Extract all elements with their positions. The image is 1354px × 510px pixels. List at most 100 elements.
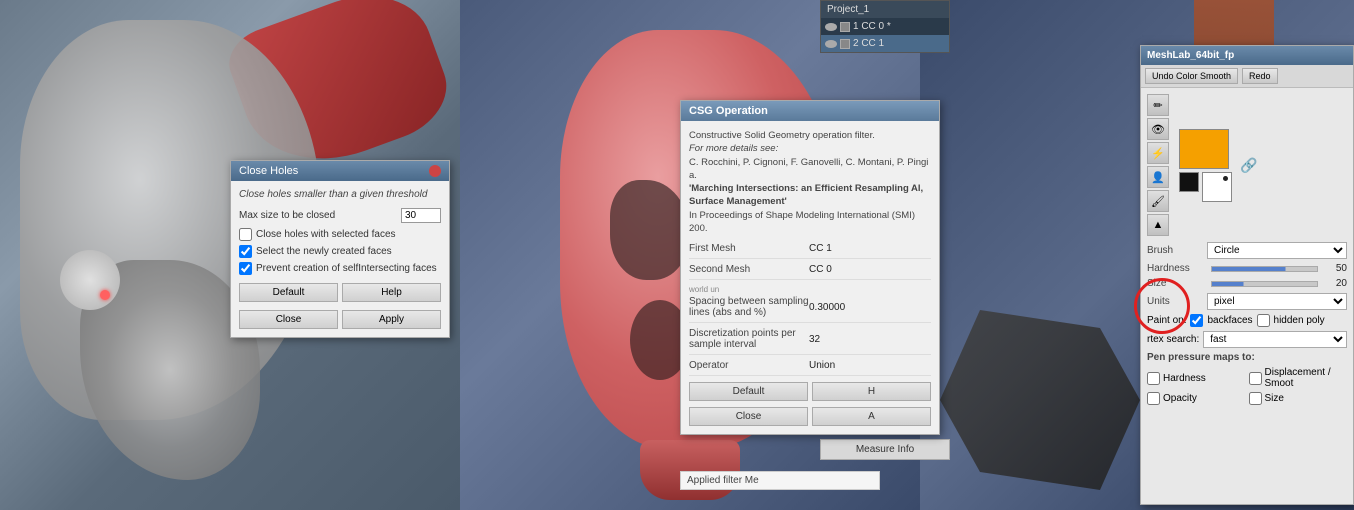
apply-button[interactable]: Apply bbox=[342, 310, 441, 329]
size-check-item: Size bbox=[1249, 392, 1348, 405]
csg-desc-title2: Surface Management' bbox=[689, 196, 787, 207]
max-size-input[interactable] bbox=[401, 208, 441, 223]
vertex-search-select[interactable]: fast bbox=[1203, 331, 1347, 348]
size-row: Size 20 bbox=[1147, 278, 1347, 289]
project-item-label-1: 1 CC 0 * bbox=[853, 21, 891, 32]
max-size-row: Max size to be closed bbox=[239, 208, 441, 223]
tool-btn-2[interactable]: 👁 bbox=[1147, 118, 1169, 140]
pen-checkboxes: Hardness Displacement / Smoot Opacity Si… bbox=[1147, 367, 1347, 405]
redo-button[interactable]: Redo bbox=[1242, 68, 1278, 84]
csg-desc-ref: C. Rocchini, P. Cignoni, F. Ganovelli, C… bbox=[689, 157, 928, 181]
checkbox-row-3: Prevent creation of selfIntersecting fac… bbox=[239, 262, 441, 275]
close-button[interactable]: Close bbox=[239, 310, 338, 329]
opacity-check-item: Opacity bbox=[1147, 392, 1246, 405]
checkbox3-label: Prevent creation of selfIntersecting fac… bbox=[256, 263, 437, 274]
hardness-label: Hardness bbox=[1147, 263, 1207, 274]
undo-button[interactable]: Undo Color Smooth bbox=[1145, 68, 1238, 84]
hardness-slider[interactable] bbox=[1211, 266, 1318, 272]
color-swatches bbox=[1179, 129, 1232, 202]
opacity-pen-checkbox[interactable] bbox=[1147, 392, 1160, 405]
csg-help-btn[interactable]: H bbox=[812, 382, 931, 401]
second-mesh-label: Second Mesh bbox=[689, 264, 809, 275]
tool-btn-3[interactable]: ⚡ bbox=[1147, 142, 1169, 164]
second-mesh-value: CC 0 bbox=[809, 264, 931, 275]
tool-btn-6[interactable]: ▲ bbox=[1147, 214, 1169, 236]
project-title: Project_1 bbox=[821, 1, 949, 18]
left-tools-col: ✏ 👁 ⚡ 👤 🖌 ▲ bbox=[1147, 94, 1169, 236]
csg-desc-conf: In Proceedings of Shape Modeling Interna… bbox=[689, 210, 915, 234]
color-swatch-orange[interactable] bbox=[1179, 129, 1229, 169]
displacement-check-item: Displacement / Smoot bbox=[1249, 367, 1348, 389]
hidden-poly-checkbox[interactable] bbox=[1257, 314, 1270, 327]
color-dot bbox=[1223, 176, 1228, 181]
discretization-label: Discretization points per sample interva… bbox=[689, 328, 809, 350]
right-mesh-object bbox=[940, 310, 1140, 490]
color-swatch-black[interactable] bbox=[1179, 172, 1199, 192]
displacement-pen-label: Displacement / Smoot bbox=[1265, 367, 1348, 389]
units-label: Units bbox=[1147, 296, 1207, 307]
mesh-icon-1 bbox=[840, 22, 850, 32]
tool-btn-5[interactable]: 🖌 bbox=[1147, 190, 1169, 212]
hardness-pen-label: Hardness bbox=[1163, 373, 1206, 384]
csg-dialog: CSG Operation Constructive Solid Geometr… bbox=[680, 100, 940, 435]
backfaces-checkbox[interactable] bbox=[1190, 314, 1203, 327]
close-holes-dialog: Close Holes Close holes smaller than a g… bbox=[230, 160, 450, 338]
size-slider[interactable] bbox=[1211, 281, 1318, 287]
close-holes-checkbox1[interactable] bbox=[239, 228, 252, 241]
help-button[interactable]: Help bbox=[342, 283, 441, 302]
meshlab-titlebar: MeshLab_64bit_fp bbox=[1141, 46, 1353, 65]
csg-desc-line1: Constructive Solid Geometry operation fi… bbox=[689, 130, 875, 141]
project-item-1[interactable]: 1 CC 0 * bbox=[821, 18, 949, 35]
first-mesh-value: CC 1 bbox=[809, 243, 931, 254]
csg-body: Constructive Solid Geometry operation fi… bbox=[681, 121, 939, 434]
checkbox2-label: Select the newly created faces bbox=[256, 246, 392, 257]
color-swatch-white[interactable] bbox=[1202, 172, 1232, 202]
measure-info-bar: Measure Info bbox=[820, 439, 950, 460]
csg-apply-btn[interactable]: A bbox=[812, 407, 931, 426]
displacement-pen-checkbox[interactable] bbox=[1249, 372, 1262, 385]
dialog-body: Close holes smaller than a given thresho… bbox=[231, 181, 449, 337]
brush-label: Brush bbox=[1147, 245, 1207, 256]
eye-icon-1 bbox=[825, 23, 837, 31]
size-pen-checkbox[interactable] bbox=[1249, 392, 1262, 405]
close-holes-checkbox2[interactable] bbox=[239, 245, 252, 258]
csg-close-btn[interactable]: Close bbox=[689, 407, 808, 426]
project-item-label-2: 2 CC 1 bbox=[853, 38, 884, 49]
close-holes-close-btn[interactable] bbox=[429, 165, 441, 177]
brush-row: Brush Circle bbox=[1147, 242, 1347, 259]
tool-btn-4[interactable]: 👤 bbox=[1147, 166, 1169, 188]
first-mesh-row: First Mesh CC 1 bbox=[689, 243, 931, 259]
units-row: Units pixel bbox=[1147, 293, 1347, 310]
measure-info-label: Measure Info bbox=[856, 444, 914, 455]
csg-description: Constructive Solid Geometry operation fi… bbox=[689, 129, 931, 235]
left-viewport[interactable]: Close Holes Close holes smaller than a g… bbox=[0, 0, 460, 510]
dialog-title: Close Holes bbox=[239, 165, 298, 177]
checkbox-row-2: Select the newly created faces bbox=[239, 245, 441, 258]
link-icon-col: 🔗 bbox=[1240, 157, 1257, 174]
second-mesh-row: Second Mesh CC 0 bbox=[689, 264, 931, 280]
checkbox-row-1: Close holes with selected faces bbox=[239, 228, 441, 241]
meshlab-props: Brush Circle Hardness 50 Size 20 Units p… bbox=[1147, 242, 1347, 405]
applied-filter-label: Applied filter Me bbox=[687, 475, 759, 486]
project-item-2[interactable]: 2 CC 1 bbox=[821, 35, 949, 52]
units-select[interactable]: pixel bbox=[1207, 293, 1347, 310]
csg-default-btn[interactable]: Default bbox=[689, 382, 808, 401]
meshlab-toolbar: Undo Color Smooth Redo bbox=[1141, 65, 1353, 88]
spacing-label: Spacing between sampling lines (abs and … bbox=[689, 296, 809, 318]
csg-buttons: Default H bbox=[689, 382, 931, 401]
csg-desc-line2: For more details see: bbox=[689, 143, 778, 154]
hardness-value: 50 bbox=[1322, 263, 1347, 274]
selection-dot bbox=[100, 290, 110, 300]
tool-btn-1[interactable]: ✏ bbox=[1147, 94, 1169, 116]
close-holes-checkbox3[interactable] bbox=[239, 262, 252, 275]
hardness-check-item: Hardness bbox=[1147, 367, 1246, 389]
world-un-label: world un bbox=[689, 285, 931, 294]
csg-desc-title: 'Marching Intersections: an Efficient Re… bbox=[689, 183, 923, 194]
spacing-row: Spacing between sampling lines (abs and … bbox=[689, 296, 931, 323]
default-button[interactable]: Default bbox=[239, 283, 338, 302]
csg-buttons-2: Close A bbox=[689, 407, 931, 426]
hardness-pen-checkbox[interactable] bbox=[1147, 372, 1160, 385]
discretization-row: Discretization points per sample interva… bbox=[689, 328, 931, 355]
paint-on-label: Paint on: bbox=[1147, 315, 1186, 326]
brush-select[interactable]: Circle bbox=[1207, 242, 1347, 259]
